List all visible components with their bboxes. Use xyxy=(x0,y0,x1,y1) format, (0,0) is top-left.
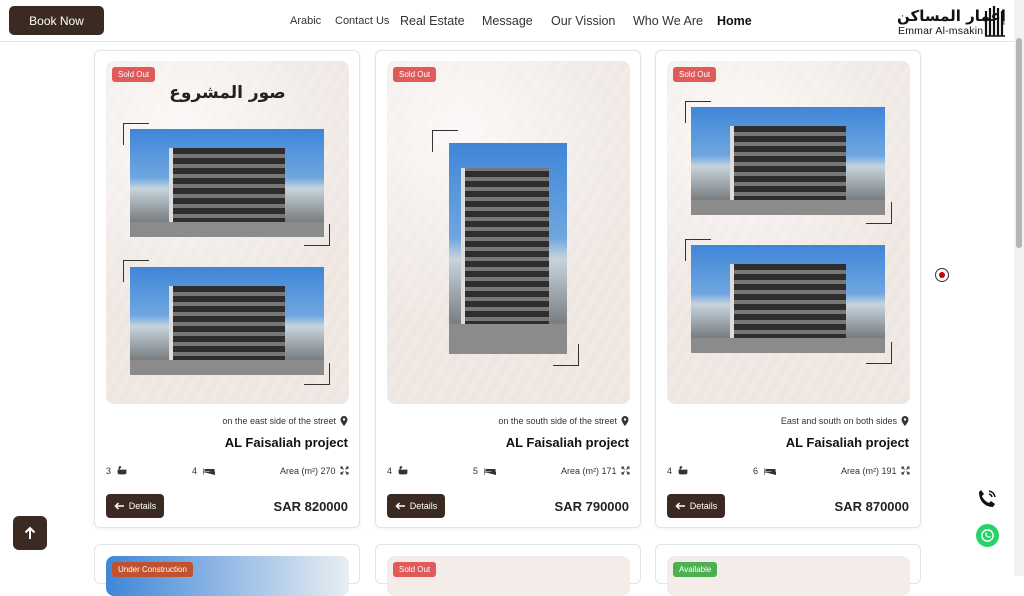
rooms-count: 4 xyxy=(387,466,408,476)
bathtub-icon xyxy=(678,466,687,475)
nav-contact-us[interactable]: Contact Us xyxy=(335,15,389,27)
area-value: Area (m²) 171 xyxy=(561,466,630,476)
rooms-count: 4 xyxy=(667,466,688,476)
logo-building-icon xyxy=(984,6,1005,37)
property-image[interactable]: Sold Out xyxy=(667,61,910,404)
property-card: Sold Out on the south side of the street… xyxy=(375,50,641,528)
nav-our-vission[interactable]: Our Vission xyxy=(551,14,615,28)
building-photo xyxy=(691,245,885,353)
expand-icon xyxy=(901,466,910,475)
building-photo xyxy=(449,143,567,354)
building-photo xyxy=(130,129,324,237)
details-button[interactable]: Details xyxy=(106,494,164,518)
top-navbar: Book Now Arabic Contact Us Real Estate M… xyxy=(0,0,1014,42)
building-photo xyxy=(691,107,885,215)
arrow-up-icon xyxy=(24,526,36,539)
details-button[interactable]: Details xyxy=(387,494,445,518)
bed-icon xyxy=(763,468,777,475)
status-badge: Sold Out xyxy=(393,562,437,577)
details-label: Details xyxy=(409,501,438,511)
scroll-to-top-button[interactable] xyxy=(13,516,47,550)
phone-icon[interactable] xyxy=(976,488,998,510)
frame-corner xyxy=(866,342,892,364)
nav-home[interactable]: Home xyxy=(717,14,752,28)
frame-corner xyxy=(553,344,579,366)
area-value: Area (m²) 191 xyxy=(841,466,910,476)
property-title: AL Faisaliah project xyxy=(224,435,348,450)
property-title: AL Faisaliah project xyxy=(785,435,909,450)
location-row: on the east side of the street xyxy=(222,416,348,426)
logo-english-text: Emmar Al-msakin xyxy=(898,25,984,37)
status-badge: Available xyxy=(673,562,718,577)
expand-icon xyxy=(621,466,630,475)
property-image[interactable]: Sold Out xyxy=(387,61,630,404)
building-photo xyxy=(130,267,324,375)
arrow-left-icon xyxy=(395,502,405,510)
frame-corner xyxy=(304,224,330,246)
arrow-left-icon xyxy=(114,502,124,510)
status-badge: Sold Out xyxy=(112,67,156,82)
location-pin-icon xyxy=(340,416,348,426)
book-now-button[interactable]: Book Now xyxy=(9,6,104,35)
location-row: on the south side of the street xyxy=(498,416,629,426)
area-value: Area (m²) 270 xyxy=(280,466,349,476)
beds-count: 6 xyxy=(753,466,777,476)
status-badge: Sold Out xyxy=(393,67,437,82)
arrow-left-icon xyxy=(675,502,685,510)
nav-real-estate[interactable]: Real Estate xyxy=(400,14,465,28)
property-price: SAR 790000 xyxy=(554,499,629,514)
nav-arabic[interactable]: Arabic xyxy=(290,15,321,27)
property-card: Under Construction xyxy=(94,544,360,596)
property-price: SAR 870000 xyxy=(834,499,909,514)
image-heading: صور المشروع xyxy=(169,83,286,103)
details-label: Details xyxy=(128,501,157,511)
location-row: East and south on both sides xyxy=(781,416,909,426)
status-badge: Sold Out xyxy=(673,67,717,82)
site-logo[interactable]: إعمار المساكن Emmar Al-msakin xyxy=(896,5,1008,37)
nav-who-we-are[interactable]: Who We Are xyxy=(633,14,703,28)
whatsapp-icon xyxy=(981,529,994,542)
property-card: Sold Out East and south on both sides AL… xyxy=(655,50,921,528)
location-text: East and south on both sides xyxy=(780,416,897,426)
frame-corner xyxy=(866,202,892,224)
bed-icon xyxy=(483,468,497,475)
property-card: Sold Out xyxy=(375,544,641,596)
nav-message[interactable]: Message xyxy=(482,14,533,28)
carousel-indicator[interactable] xyxy=(935,268,949,282)
rooms-count: 3 xyxy=(106,466,127,476)
status-badge: Under Construction xyxy=(112,562,193,577)
whatsapp-button[interactable] xyxy=(976,524,999,547)
frame-corner xyxy=(304,363,330,385)
details-button[interactable]: Details xyxy=(667,494,725,518)
beds-count: 4 xyxy=(192,466,216,476)
location-text: on the east side of the street xyxy=(222,416,336,426)
location-pin-icon xyxy=(621,416,629,426)
property-card: Sold Out صور المشروع on the east side of… xyxy=(94,50,360,528)
location-pin-icon xyxy=(901,416,909,426)
property-card: Available xyxy=(655,544,921,596)
property-image[interactable]: Sold Out صور المشروع xyxy=(106,61,349,404)
details-label: Details xyxy=(689,501,718,511)
beds-count: 5 xyxy=(473,466,497,476)
property-price: SAR 820000 xyxy=(273,499,348,514)
bed-icon xyxy=(202,468,216,475)
scrollbar-thumb[interactable] xyxy=(1016,38,1022,248)
expand-icon xyxy=(340,466,349,475)
bathtub-icon xyxy=(117,466,126,475)
property-title: AL Faisaliah project xyxy=(505,435,629,450)
location-text: on the south side of the street xyxy=(498,416,617,426)
bathtub-icon xyxy=(398,466,407,475)
